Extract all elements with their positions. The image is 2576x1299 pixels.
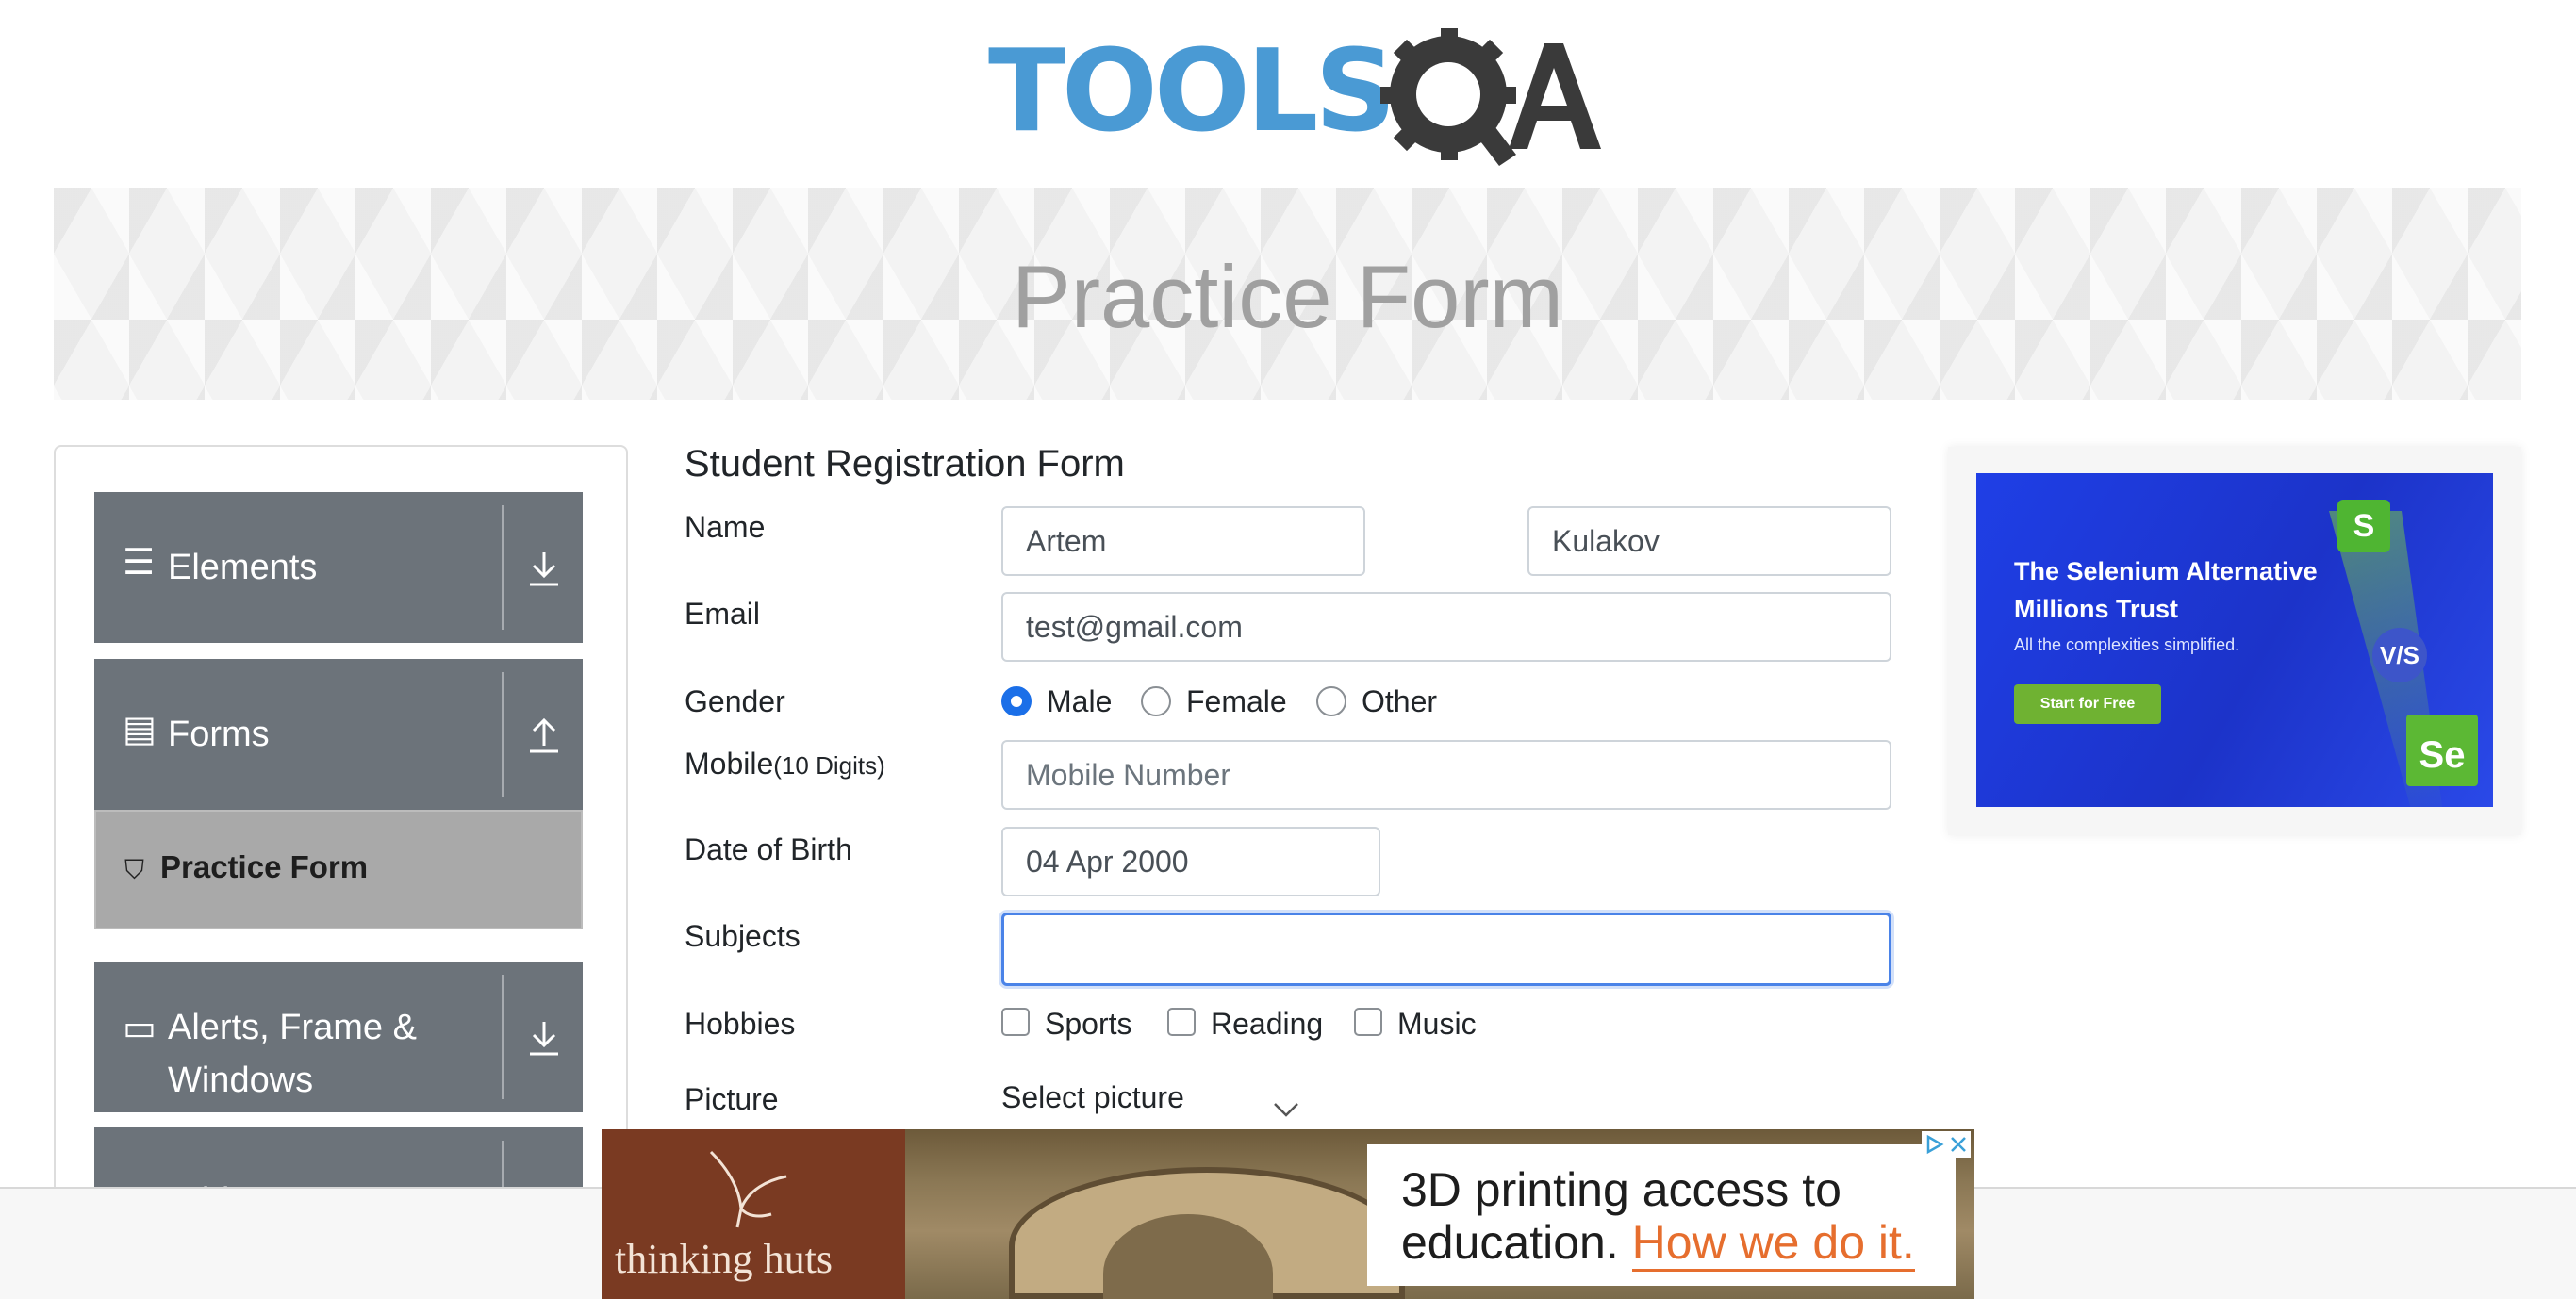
first-name-input[interactable]: Artem bbox=[1001, 506, 1365, 576]
logo-gear-icon bbox=[1380, 28, 1601, 166]
form-title: Student Registration Form bbox=[685, 443, 1125, 485]
gender-radio-female[interactable] bbox=[1141, 686, 1171, 716]
ad-headline: 3D printing access to education. How we … bbox=[1401, 1163, 1956, 1272]
hobbies-label: Hobbies bbox=[685, 1007, 796, 1041]
bottom-banner-ad[interactable]: thinking huts 3D printing access to educ… bbox=[602, 1129, 1974, 1299]
gender-radio-other[interactable] bbox=[1316, 686, 1346, 716]
menu-icon: ☰ bbox=[123, 543, 156, 583]
html5-icon: ⛉ bbox=[124, 855, 145, 884]
sidebar-item-practice-form[interactable]: ⛉ Practice Form bbox=[94, 810, 583, 929]
email-input[interactable]: test@gmail.com bbox=[1001, 592, 1891, 662]
mobile-label-text: Mobile bbox=[685, 747, 774, 781]
toolsqa-logo[interactable]: TOOLS bbox=[988, 26, 1601, 177]
start-for-free-button[interactable]: Start for Free bbox=[2014, 684, 2161, 724]
hobby-option-label[interactable]: Music bbox=[1397, 1007, 1477, 1042]
hummingbird-icon bbox=[709, 1150, 787, 1228]
divider bbox=[502, 975, 504, 1099]
dob-label: Date of Birth bbox=[685, 832, 852, 866]
ad-close-controls[interactable] bbox=[1922, 1131, 1971, 1158]
sidebar-group-label: Elements bbox=[168, 548, 318, 587]
gender-radio-male[interactable] bbox=[1001, 686, 1032, 716]
mobile-label: Mobile(10 Digits) bbox=[685, 747, 885, 781]
select-picture-button[interactable]: Select picture bbox=[1001, 1080, 1184, 1115]
sidebar: ☰ Elements ▤ Forms ⛉ Practice Form ▭ Ale… bbox=[54, 445, 628, 1199]
mobile-hint: (10 Digits) bbox=[773, 751, 885, 780]
gender-option-label[interactable]: Other bbox=[1362, 684, 1437, 719]
gender-option-label[interactable]: Male bbox=[1047, 684, 1112, 719]
hobby-checkbox-music[interactable] bbox=[1354, 1008, 1382, 1036]
gender-label: Gender bbox=[685, 684, 785, 718]
upload-arrow-icon[interactable] bbox=[520, 712, 568, 759]
subjects-input[interactable] bbox=[1001, 913, 1891, 986]
hobby-option-label[interactable]: Sports bbox=[1045, 1007, 1131, 1042]
page-header-banner: Practice Form bbox=[54, 188, 2521, 400]
selenium-logo-icon: Se bbox=[2406, 715, 2478, 786]
divider bbox=[502, 505, 504, 630]
last-name-input[interactable]: Kulakov bbox=[1527, 506, 1891, 576]
sidebar-item-label: Practice Form bbox=[160, 849, 369, 884]
hobby-checkbox-sports[interactable] bbox=[1001, 1008, 1030, 1036]
divider bbox=[502, 672, 504, 797]
sidebar-group-forms[interactable]: ▤ Forms bbox=[94, 659, 583, 810]
date-of-birth-input[interactable]: 04 Apr 2000 bbox=[1001, 827, 1380, 896]
name-label: Name bbox=[685, 510, 766, 544]
hobby-checkbox-reading[interactable] bbox=[1167, 1008, 1196, 1036]
close-icon[interactable] bbox=[1948, 1134, 1969, 1155]
sidebar-group-label: Forms bbox=[168, 715, 270, 754]
sidebar-group-alerts-frame-windows[interactable]: ▭ Alerts, Frame & Windows bbox=[94, 962, 583, 1112]
sidebar-group-elements[interactable]: ☰ Elements bbox=[94, 492, 583, 643]
ad-badge-vs: V/S bbox=[2372, 628, 2427, 682]
document-icon: ▤ bbox=[123, 710, 157, 749]
ad-badge-s: S bbox=[2337, 500, 2390, 552]
gender-option-label[interactable]: Female bbox=[1186, 684, 1287, 719]
window-icon: ▭ bbox=[123, 1009, 157, 1048]
chevron-down-icon bbox=[1274, 1103, 1298, 1117]
ad-text-panel: 3D printing access to education. How we … bbox=[1367, 1144, 1956, 1286]
ad-brand-name: thinking huts bbox=[615, 1236, 834, 1282]
ad-link[interactable]: How we do it. bbox=[1631, 1216, 1915, 1272]
selenium-alternative-ad[interactable]: The Selenium Alternative Millions Trust … bbox=[1976, 473, 2493, 807]
ad-choices-icon[interactable] bbox=[1924, 1134, 1944, 1155]
download-arrow-icon[interactable] bbox=[520, 1014, 568, 1061]
hobby-option-label[interactable]: Reading bbox=[1211, 1007, 1323, 1042]
ad-subtitle: All the complexities simplified. bbox=[2014, 635, 2240, 654]
logo-text: TOOLS bbox=[988, 26, 1396, 157]
page-title: Practice Form bbox=[1012, 247, 1563, 346]
email-label: Email bbox=[685, 597, 761, 631]
ad-brand-panel: thinking huts bbox=[602, 1129, 905, 1299]
picture-label: Picture bbox=[685, 1082, 779, 1116]
mobile-input[interactable]: Mobile Number bbox=[1001, 740, 1891, 810]
subjects-label: Subjects bbox=[685, 919, 801, 953]
download-arrow-icon[interactable] bbox=[520, 545, 568, 592]
sidebar-group-label: Alerts, Frame & Windows bbox=[168, 1008, 417, 1100]
ad-title: The Selenium Alternative Millions Trust bbox=[2014, 557, 2318, 623]
